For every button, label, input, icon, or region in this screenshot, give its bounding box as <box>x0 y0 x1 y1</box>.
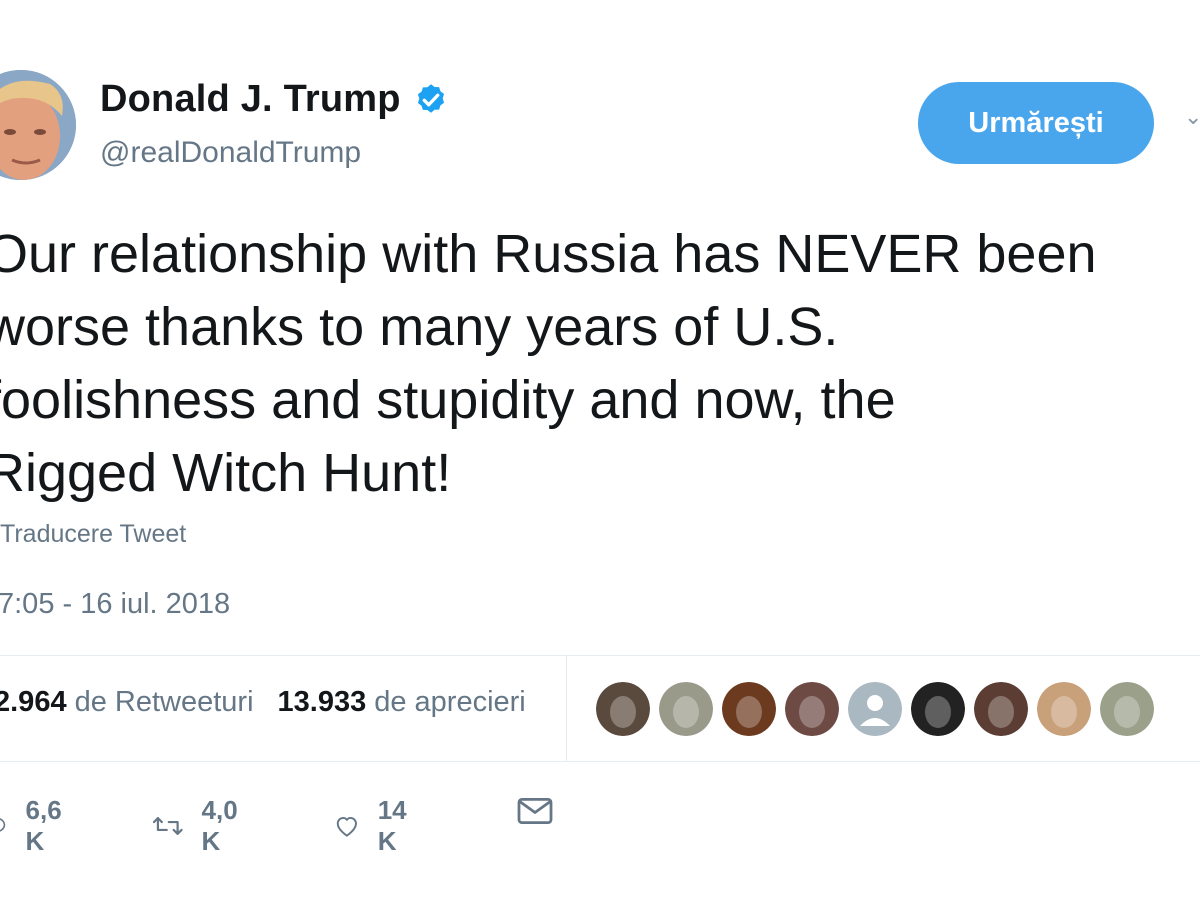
avatar-default-icon[interactable] <box>848 682 902 736</box>
envelope-icon <box>517 797 553 825</box>
tweet-card: Donald J. Trump @realDonaldTrump Urmăreș… <box>0 0 1200 900</box>
tweet-timestamp[interactable]: 7:05 - 16 iul. 2018 <box>0 588 230 621</box>
retweet-count: 4,0 K <box>201 795 238 856</box>
stats-separator <box>566 656 567 761</box>
tweet-text-line: foolishness and stupidity and now, the <box>0 370 896 430</box>
tweet-text-line: worse thanks to many years of U.S. <box>0 297 839 357</box>
avatar-photo-icon[interactable] <box>596 682 650 736</box>
verified-badge-icon <box>417 83 444 113</box>
avatar-photo-icon <box>0 70 76 180</box>
direct-message-button[interactable] <box>516 795 554 827</box>
divider <box>0 655 1200 656</box>
avatar-photo-icon[interactable] <box>785 682 839 736</box>
avatar-photo-icon[interactable] <box>1100 682 1154 736</box>
avatar-photo-bw-icon[interactable] <box>911 682 965 736</box>
likes-count: 13.933 <box>277 686 367 718</box>
reply-icon <box>0 818 6 832</box>
like-button[interactable]: 14 K <box>334 795 417 857</box>
avatar-photo-icon[interactable] <box>1037 682 1091 736</box>
retweets-count: 2.964 <box>0 686 67 718</box>
profile-avatar[interactable] <box>0 70 76 180</box>
likes-stat[interactable]: 13.933 de aprecieri <box>278 686 526 719</box>
chevron-down-icon[interactable]: ⌄ <box>1184 104 1200 129</box>
divider <box>0 761 1200 762</box>
retweets-stat[interactable]: 2.964 de Retweeturi <box>0 686 254 719</box>
liker-avatars <box>596 682 1154 736</box>
tweet-stats: 2.964 de Retweeturi 13.933 de aprecieri <box>0 686 526 719</box>
retweet-button[interactable]: 4,0 K <box>152 795 248 857</box>
reply-button[interactable]: 6,6 K <box>0 795 70 857</box>
tweet-text-line: Our relationship with Russia has NEVER b… <box>0 224 1097 284</box>
user-handle[interactable]: @realDonaldTrump <box>100 136 361 170</box>
avatar-photo-icon[interactable] <box>722 682 776 736</box>
display-name[interactable]: Donald J. Trump <box>100 78 401 121</box>
like-count: 14 K <box>377 795 407 856</box>
likes-label: de aprecieri <box>374 686 526 718</box>
avatar-photo-icon[interactable] <box>974 682 1028 736</box>
reply-count: 6,6 K <box>25 795 62 856</box>
retweet-icon <box>152 817 183 835</box>
avatar-illustration-icon[interactable] <box>659 682 713 736</box>
following-button[interactable]: Urmărești <box>918 82 1154 164</box>
tweet-text: Our relationship with Russia has NEVER b… <box>0 218 1200 510</box>
translate-tweet-label: Traducere Tweet <box>0 520 187 548</box>
tweet-text-line: Rigged Witch Hunt! <box>0 443 452 503</box>
profile-name-row: Donald J. Trump <box>100 78 449 121</box>
heart-icon <box>336 817 357 837</box>
retweets-label: de Retweeturi <box>74 686 254 718</box>
translate-tweet-link[interactable]: Traducere Tweet <box>0 520 186 549</box>
